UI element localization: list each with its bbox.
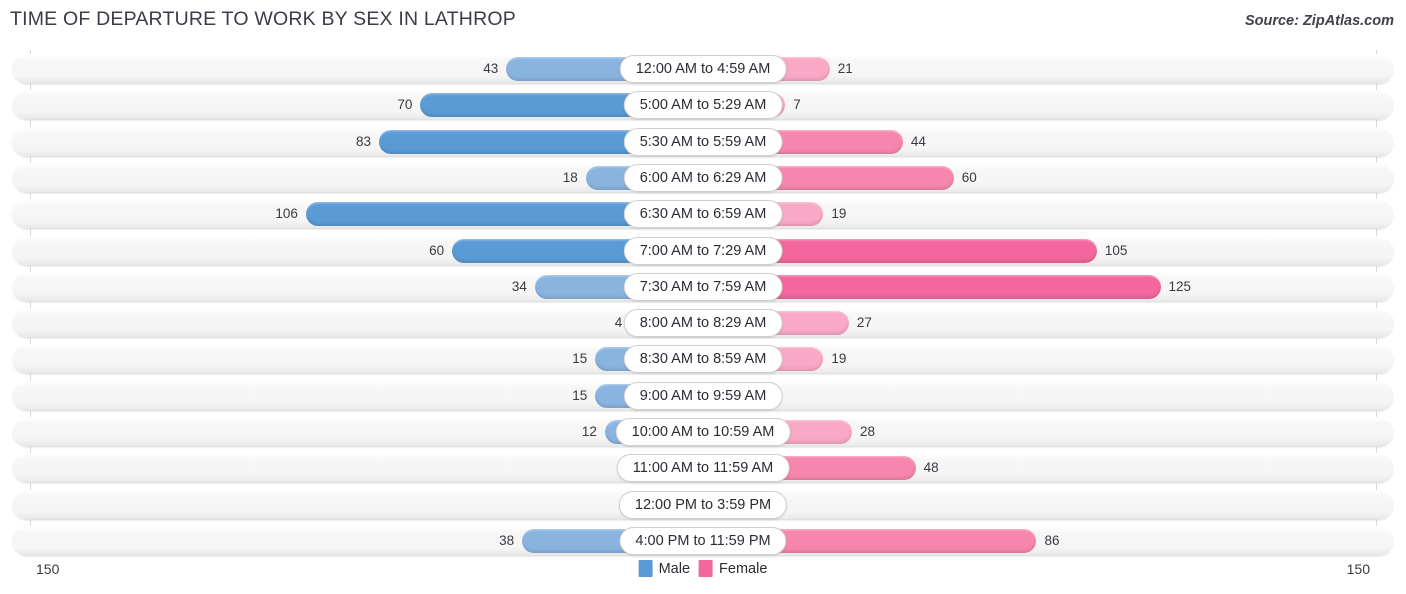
category-label: 7:30 AM to 7:59 AM [623, 272, 783, 301]
table-row: 38 86 4:00 PM to 11:59 PM [12, 525, 1394, 556]
value-label-female: 7 [793, 97, 801, 113]
category-label: 5:30 AM to 5:59 AM [623, 127, 783, 156]
category-label: 4:00 PM to 11:59 PM [619, 526, 787, 555]
table-row: 1012:00 PM to 3:59 PM [12, 489, 1394, 520]
value-label-female: 44 [910, 133, 926, 149]
category-label: 8:30 AM to 8:59 AM [623, 345, 783, 374]
value-label-male: 15 [572, 351, 588, 367]
value-label-male: 38 [499, 532, 515, 548]
value-label-female: 21 [837, 61, 853, 76]
legend: Male Female [638, 560, 767, 577]
value-label-female: 28 [860, 424, 876, 439]
category-label: 11:00 AM to 11:59 AM [616, 454, 790, 483]
table-row: 83 44 5:30 AM to 5:59 AM [12, 126, 1394, 157]
category-label: 7:00 AM to 7:29 AM [623, 236, 783, 265]
value-label-female: 19 [831, 351, 847, 367]
legend-swatch-female-icon [699, 560, 714, 577]
source-attribution: Source: ZipAtlas.com [1244, 13, 1394, 29]
value-label-male: 60 [429, 242, 445, 258]
axis-max-left: 150 [36, 561, 60, 577]
value-label-male: 18 [562, 169, 578, 185]
chart-root: TIME OF DEPARTURE TO WORK BY SEX IN LATH… [0, 0, 1406, 594]
category-label: 5:00 AM to 5:29 AM [623, 91, 783, 120]
axis-max-right: 150 [1346, 561, 1370, 577]
table-row: 18 60 6:00 AM to 6:29 AM [12, 162, 1394, 193]
value-label-female: 48 [923, 460, 939, 476]
value-label-female: 125 [1168, 278, 1192, 294]
value-label-female: 19 [831, 206, 847, 222]
value-label-male: 106 [275, 206, 298, 222]
value-label-male: 70 [397, 97, 413, 113]
category-label: 6:30 AM to 6:59 AM [623, 200, 783, 229]
table-row: 4 27 8:00 AM to 8:29 AM [12, 308, 1394, 339]
legend-label-female: Female [719, 560, 768, 577]
legend-item-male[interactable]: Male [638, 560, 691, 577]
table-row: 70 7 5:00 AM to 5:29 AM [12, 90, 1394, 121]
category-label: 6:00 AM to 6:29 AM [623, 163, 783, 192]
value-label-female: 105 [1104, 242, 1128, 258]
value-label-female: 86 [1044, 532, 1060, 548]
table-row: 106 19 6:30 AM to 6:59 AM [12, 199, 1394, 230]
value-label-male: 43 [483, 61, 499, 76]
table-row: 04811:00 AM to 11:59 AM [12, 453, 1394, 484]
category-label: 9:00 AM to 9:59 AM [623, 381, 783, 410]
category-label: 10:00 AM to 10:59 AM [615, 418, 791, 446]
value-label-female: 60 [961, 169, 977, 185]
value-label-male: 15 [572, 387, 588, 403]
value-label-male: 34 [511, 278, 527, 294]
value-label-female: 27 [856, 315, 872, 331]
value-label-male: 12 [581, 424, 597, 439]
value-label-male: 83 [356, 133, 372, 149]
category-label: 12:00 PM to 3:59 PM [618, 490, 788, 519]
table-row: 60 105 7:00 AM to 7:29 AM [12, 235, 1394, 266]
page-title: TIME OF DEPARTURE TO WORK BY SEX IN LATH… [10, 8, 516, 30]
chart-footer: 150 150 Male Female [0, 555, 1406, 594]
legend-label-male: Male [658, 560, 691, 577]
plot-area: 43 21 12:00 AM to 4:59 AM 70 7 5:00 AM to 5:2… [0, 50, 1406, 556]
table-row: 15 19 8:30 AM to 8:59 AM [12, 344, 1394, 375]
value-label-male: 4 [614, 315, 623, 331]
table-row: 43 21 12:00 AM to 4:59 AM [12, 54, 1394, 84]
legend-swatch-male-icon [638, 560, 653, 577]
table-row: 34 125 7:30 AM to 7:59 AM [12, 271, 1394, 302]
category-label: 8:00 AM to 8:29 AM [623, 309, 783, 338]
table-row: 1509:00 AM to 9:59 AM [12, 380, 1394, 411]
table-row: 12 28 10:00 AM to 10:59 AM [12, 417, 1394, 447]
category-label: 12:00 AM to 4:59 AM [619, 55, 787, 83]
legend-item-female[interactable]: Female [699, 560, 767, 577]
